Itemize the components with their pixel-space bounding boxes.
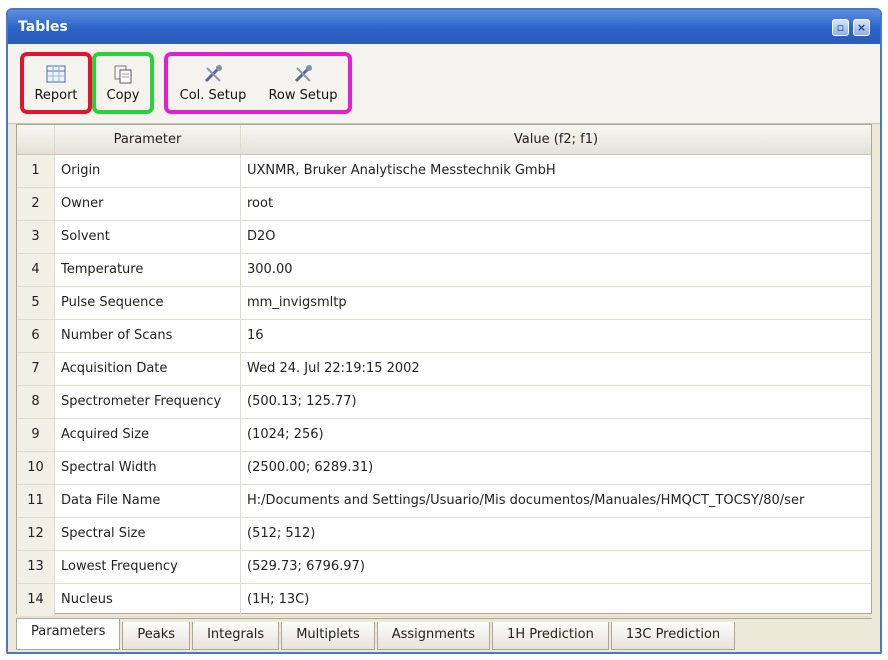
parameter-column-header[interactable]: Parameter [55, 125, 241, 154]
table-row[interactable]: 10 Spectral Width (2500.00; 6289.31) [17, 452, 871, 485]
tab-peaks[interactable]: Peaks [122, 622, 191, 650]
parameter-cell[interactable]: Number of Scans [55, 320, 241, 352]
table-row[interactable]: 13 Lowest Frequency (529.73; 6796.97) [17, 551, 871, 584]
tab-multiplets[interactable]: Multiplets [281, 622, 375, 650]
value-cell[interactable]: (529.73; 6796.97) [241, 551, 871, 583]
parameter-cell[interactable]: Solvent [55, 221, 241, 253]
row-number[interactable]: 6 [17, 320, 55, 352]
parameter-cell[interactable]: Owner [55, 188, 241, 220]
table-row[interactable]: 5 Pulse Sequence mm_invigsmltp [17, 287, 871, 320]
table-row[interactable]: 7 Acquisition Date Wed 24. Jul 22:19:15 20… [17, 353, 871, 386]
table-row[interactable]: 12 Spectral Size (512; 512) [17, 518, 871, 551]
parameter-cell[interactable]: Spectral Size [55, 518, 241, 550]
row-number[interactable]: 2 [17, 188, 55, 220]
parameter-cell[interactable]: Nucleus [55, 584, 241, 616]
row-number[interactable]: 3 [17, 221, 55, 253]
value-cell[interactable]: (512; 512) [241, 518, 871, 550]
value-cell[interactable]: D2O [241, 221, 871, 253]
row-number[interactable]: 10 [17, 452, 55, 484]
report-highlight-frame [20, 52, 92, 114]
table-row[interactable]: 14 Nucleus (1H; 13C) [17, 584, 871, 617]
copy-highlight-frame [92, 52, 154, 114]
tab-13c-prediction[interactable]: 13C Prediction [610, 622, 736, 650]
table-header: Parameter Value (f2; f1) [17, 125, 871, 155]
row-number[interactable]: 5 [17, 287, 55, 319]
table-body: 1 Origin UXNMR, Bruker Analytische Messtec… [17, 155, 871, 617]
table-row[interactable]: 6 Number of Scans 16 [17, 320, 871, 353]
row-number-header[interactable] [17, 125, 55, 154]
parameter-cell[interactable]: Origin [55, 155, 241, 187]
value-cell[interactable]: H:/Documents and Settings/Usuario/Mis do… [241, 485, 871, 517]
row-number[interactable]: 13 [17, 551, 55, 583]
parameter-cell[interactable]: Acquired Size [55, 419, 241, 451]
parameter-cell[interactable]: Spectral Width [55, 452, 241, 484]
table-row[interactable]: 4 Temperature 300.00 [17, 254, 871, 287]
value-cell[interactable]: mm_invigsmltp [241, 287, 871, 319]
value-cell[interactable]: (1024; 256) [241, 419, 871, 451]
parameter-cell[interactable]: Acquisition Date [55, 353, 241, 385]
table-row[interactable]: 8 Spectrometer Frequency (500.13; 125.77) [17, 386, 871, 419]
tab-integrals[interactable]: Integrals [192, 622, 280, 650]
value-cell[interactable]: (500.13; 125.77) [241, 386, 871, 418]
tab-parameters[interactable]: Parameters [16, 619, 121, 650]
setup-highlight-frame [164, 52, 352, 114]
value-column-header[interactable]: Value (f2; f1) [241, 125, 871, 154]
row-number[interactable]: 14 [17, 584, 55, 616]
value-cell[interactable]: (1H; 13C) [241, 584, 871, 616]
row-number[interactable]: 8 [17, 386, 55, 418]
value-cell[interactable]: Wed 24. Jul 22:19:15 2002 [241, 353, 871, 385]
row-number[interactable]: 1 [17, 155, 55, 187]
restore-icon[interactable]: ▫ [832, 18, 849, 36]
table-row[interactable]: 2 Owner root [17, 188, 871, 221]
value-cell[interactable]: UXNMR, Bruker Analytische Messtechnik Gm… [241, 155, 871, 187]
row-number[interactable]: 11 [17, 485, 55, 517]
table-row[interactable]: 9 Acquired Size (1024; 256) [17, 419, 871, 452]
table-row[interactable]: 1 Origin UXNMR, Bruker Analytische Messtec… [17, 155, 871, 188]
parameter-cell[interactable]: Lowest Frequency [55, 551, 241, 583]
tables-window: Tables ▫ × Report Copy Col. Setup Row Se… [6, 8, 882, 654]
toolbar: Report Copy Col. Setup Row Setup [8, 44, 880, 124]
row-number[interactable]: 12 [17, 518, 55, 550]
tab-assignments[interactable]: Assignments [376, 622, 491, 650]
row-number[interactable]: 4 [17, 254, 55, 286]
parameter-cell[interactable]: Pulse Sequence [55, 287, 241, 319]
tab-1h-prediction[interactable]: 1H Prediction [492, 622, 609, 650]
window-title: Tables [18, 19, 68, 35]
table-row[interactable]: 11 Data File Name H:/Documents and Setting… [17, 485, 871, 518]
parameter-cell[interactable]: Temperature [55, 254, 241, 286]
title-bar[interactable]: Tables ▫ × [8, 10, 880, 44]
value-cell[interactable]: (2500.00; 6289.31) [241, 452, 871, 484]
value-cell[interactable]: 300.00 [241, 254, 871, 286]
value-cell[interactable]: root [241, 188, 871, 220]
close-icon[interactable]: × [853, 18, 870, 36]
value-cell[interactable]: 16 [241, 320, 871, 352]
parameters-table: Parameter Value (f2; f1) 1 Origin UXNMR, B… [16, 124, 872, 617]
parameter-cell[interactable]: Spectrometer Frequency [55, 386, 241, 418]
row-number[interactable]: 9 [17, 419, 55, 451]
table-row[interactable]: 3 Solvent D2O [17, 221, 871, 254]
tab-bar: Parameters Peaks Integrals Multiplets Assign… [16, 618, 872, 650]
parameter-cell[interactable]: Data File Name [55, 485, 241, 517]
row-number[interactable]: 7 [17, 353, 55, 385]
